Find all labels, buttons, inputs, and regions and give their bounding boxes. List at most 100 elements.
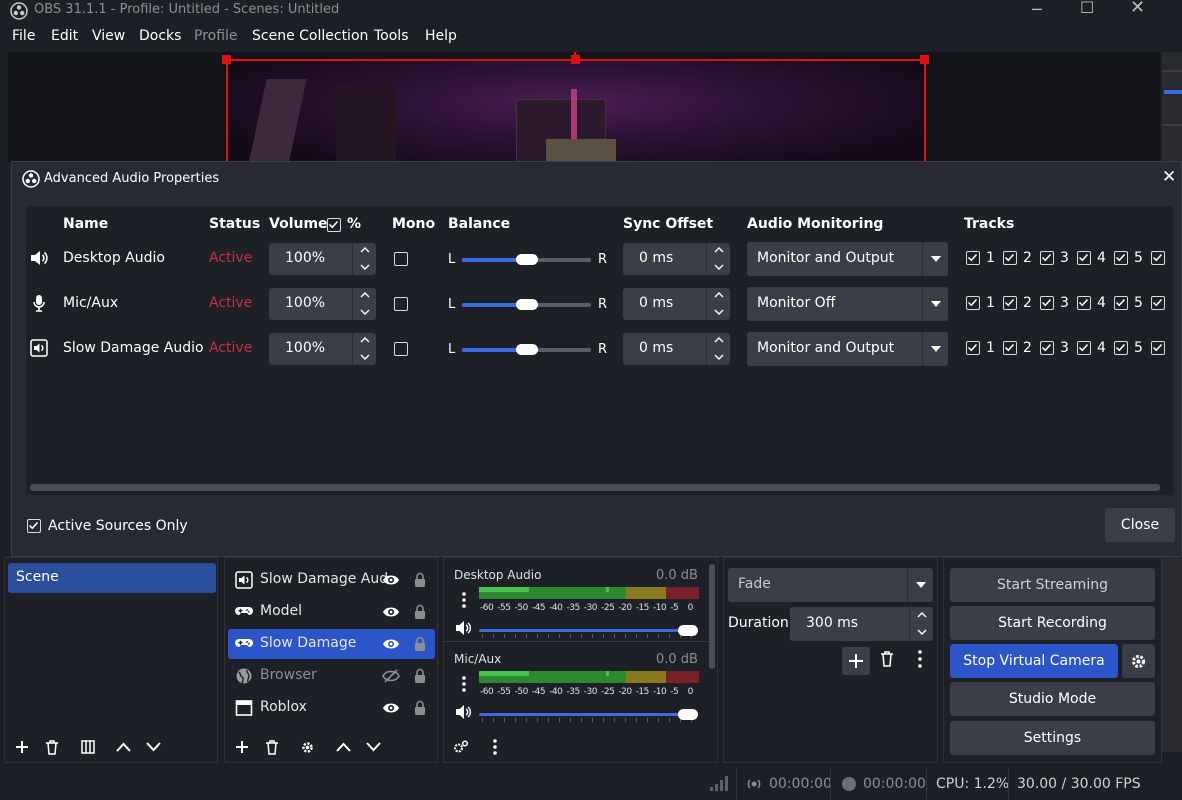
chevron-down-icon[interactable]: [360, 309, 370, 315]
channel-menu-icon[interactable]: [462, 592, 466, 608]
start-recording-button[interactable]: Start Recording: [950, 606, 1155, 640]
add-scene-icon[interactable]: [15, 740, 29, 754]
audio-monitoring-select[interactable]: Monitor Off: [747, 287, 948, 321]
sync-offset-spinbox[interactable]: 0 ms: [623, 243, 730, 275]
maximize-icon[interactable]: ☐: [1080, 0, 1094, 17]
source-item[interactable]: Slow Damage: [228, 629, 435, 659]
preview-canvas[interactable]: [226, 59, 926, 162]
chevron-down-icon[interactable]: [714, 264, 724, 270]
channel-menu-icon[interactable]: [462, 676, 466, 692]
volume-spinbox[interactable]: 100%: [269, 288, 376, 320]
source-name[interactable]: Slow Damage Audio: [63, 340, 204, 356]
stop-virtual-camera-button[interactable]: Stop Virtual Camera: [950, 644, 1118, 678]
sync-stepper-icon[interactable]: [706, 243, 730, 275]
menu-help[interactable]: Help: [425, 28, 457, 44]
source-item[interactable]: Browser: [228, 661, 435, 691]
audio-monitoring-select[interactable]: Monitor and Output: [747, 242, 948, 276]
volume-stepper-icon[interactable]: [352, 288, 376, 320]
studio-mode-button[interactable]: Studio Mode: [950, 682, 1155, 716]
scene-filters-icon[interactable]: [81, 740, 95, 754]
eye-icon[interactable]: [382, 604, 400, 620]
source-properties-gear-icon[interactable]: [300, 740, 315, 755]
track-checkbox[interactable]: [966, 296, 980, 310]
lock-icon[interactable]: [414, 604, 426, 620]
track-checkbox[interactable]: [1040, 341, 1054, 355]
track-checkbox[interactable]: [1040, 251, 1054, 265]
move-up-icon[interactable]: [336, 742, 351, 752]
mixer-scrollbar[interactable]: [709, 564, 715, 669]
mixer-menu-icon[interactable]: [493, 739, 497, 755]
track-checkbox[interactable]: [1077, 341, 1091, 355]
volume-spinbox[interactable]: 100%: [269, 243, 376, 275]
volume-stepper-icon[interactable]: [352, 243, 376, 275]
source-name[interactable]: Desktop Audio: [63, 250, 165, 266]
track-checkbox[interactable]: [1003, 296, 1017, 310]
volume-stepper-icon[interactable]: [352, 333, 376, 365]
chevron-down-icon[interactable]: [714, 309, 724, 315]
chevron-down-icon[interactable]: [360, 354, 370, 360]
track-checkbox[interactable]: [1077, 251, 1091, 265]
audio-monitoring-select[interactable]: Monitor and Output: [747, 332, 948, 366]
source-item[interactable]: Model: [228, 597, 435, 627]
eye-icon[interactable]: [382, 636, 400, 652]
eye-icon[interactable]: [382, 572, 400, 588]
eye-icon[interactable]: [382, 700, 400, 716]
duration-stepper-icon[interactable]: [909, 607, 933, 641]
menu-edit[interactable]: Edit: [51, 28, 78, 44]
track-checkbox[interactable]: [1003, 251, 1017, 265]
speaker-icon[interactable]: [456, 705, 472, 719]
volume-slider-handle[interactable]: [678, 625, 698, 636]
move-up-icon[interactable]: [116, 742, 131, 752]
remove-transition-icon[interactable]: [880, 651, 894, 667]
balance-slider-handle[interactable]: [515, 299, 538, 310]
mono-checkbox[interactable]: [394, 342, 408, 356]
speaker-icon[interactable]: [456, 621, 472, 635]
balance-slider-handle[interactable]: [515, 344, 538, 355]
chevron-up-icon[interactable]: [714, 292, 724, 298]
source-item[interactable]: Roblox: [228, 693, 435, 723]
track-checkbox[interactable]: [1114, 296, 1128, 310]
lock-icon[interactable]: [414, 572, 426, 588]
virtual-camera-settings-button[interactable]: [1122, 644, 1155, 678]
chevron-up-icon[interactable]: [360, 292, 370, 298]
track-checkbox[interactable]: [966, 251, 980, 265]
lock-icon[interactable]: [414, 700, 426, 716]
track-checkbox[interactable]: [966, 341, 980, 355]
lock-icon[interactable]: [414, 668, 426, 684]
chevron-up-icon[interactable]: [714, 337, 724, 343]
chevron-down-icon[interactable]: [714, 354, 724, 360]
volume-slider-handle[interactable]: [678, 709, 698, 720]
track-checkbox[interactable]: [1151, 341, 1165, 355]
preview-area[interactable]: [8, 52, 1160, 162]
scene-item[interactable]: Scene: [8, 563, 216, 593]
volume-slider-track[interactable]: [479, 713, 694, 716]
mono-checkbox[interactable]: [394, 252, 408, 266]
sync-stepper-icon[interactable]: [706, 333, 730, 365]
mono-checkbox[interactable]: [394, 297, 408, 311]
track-checkbox[interactable]: [1040, 296, 1054, 310]
add-source-icon[interactable]: [235, 740, 249, 754]
active-sources-only-checkbox[interactable]: [27, 519, 41, 533]
remove-scene-icon[interactable]: [45, 740, 59, 755]
source-name[interactable]: Mic/Aux: [63, 295, 118, 311]
sync-offset-spinbox[interactable]: 0 ms: [623, 288, 730, 320]
balance-slider-handle[interactable]: [515, 254, 538, 265]
menu-file[interactable]: File: [12, 28, 35, 44]
menu-scene-collection[interactable]: Scene Collection: [252, 28, 368, 44]
chevron-up-icon[interactable]: [360, 337, 370, 343]
move-down-icon[interactable]: [366, 742, 381, 752]
menu-profile[interactable]: Profile: [194, 28, 238, 44]
transition-type-select[interactable]: Fade: [728, 568, 933, 602]
volume-slider-track[interactable]: [479, 629, 694, 632]
source-item[interactable]: Slow Damage Aud: [228, 565, 435, 595]
sync-stepper-icon[interactable]: [706, 288, 730, 320]
minimize-icon[interactable]: ─: [1032, 0, 1042, 19]
chevron-up-icon[interactable]: [360, 247, 370, 253]
volume-spinbox[interactable]: 100%: [269, 333, 376, 365]
menu-view[interactable]: View: [92, 28, 125, 44]
track-checkbox[interactable]: [1003, 341, 1017, 355]
close-button[interactable]: Close: [1105, 508, 1175, 542]
start-streaming-button[interactable]: Start Streaming: [950, 568, 1155, 602]
dialog-close-icon[interactable]: ✕: [1162, 167, 1176, 187]
remove-source-icon[interactable]: [265, 740, 279, 755]
